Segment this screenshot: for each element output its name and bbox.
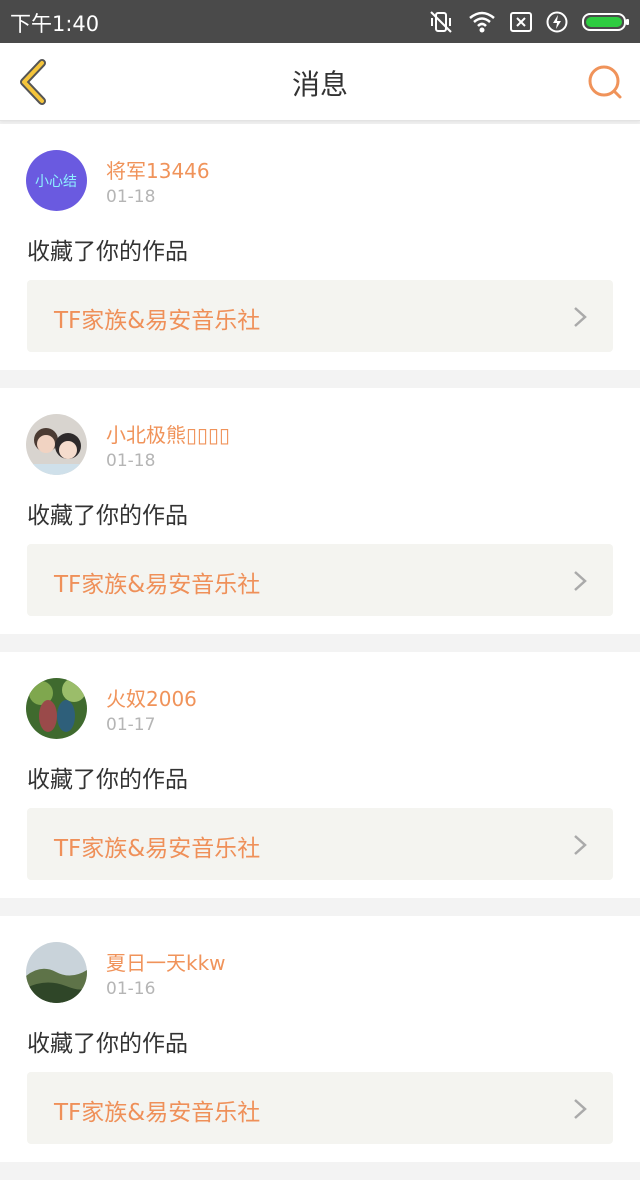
search-icon xyxy=(588,65,622,99)
message-card: 小北极熊▯▯▯▯ 01-18 收藏了你的作品 TF家族&易安音乐社 xyxy=(0,388,640,634)
message-action: 收藏了你的作品 xyxy=(27,503,188,529)
message-date: 01-18 xyxy=(106,451,156,471)
navigation-bar: 消息 xyxy=(0,43,640,121)
message-card: 小心结 将军13446 01-18 收藏了你的作品 TF家族&易安音乐社 xyxy=(0,124,640,370)
chevron-right-icon xyxy=(574,835,587,855)
username[interactable]: 小北极熊▯▯▯▯ xyxy=(106,419,230,448)
work-title: TF家族&易安音乐社 xyxy=(54,836,261,862)
avatar[interactable]: 小心结 xyxy=(26,150,87,211)
message-date: 01-17 xyxy=(106,715,156,735)
message-list: 小心结 将军13446 01-18 收藏了你的作品 TF家族&易安音乐社 小北极… xyxy=(0,124,640,1180)
charging-icon xyxy=(546,11,568,33)
avatar-image xyxy=(26,414,87,475)
work-link-button[interactable]: TF家族&易安音乐社 xyxy=(27,1072,613,1144)
message-card: 夏日一天kkw 01-16 收藏了你的作品 TF家族&易安音乐社 xyxy=(0,916,640,1162)
avatar-image: 小心结 xyxy=(26,150,87,211)
work-title: TF家族&易安音乐社 xyxy=(54,308,261,334)
username[interactable]: 火奴2006 xyxy=(106,683,197,712)
work-link-button[interactable]: TF家族&易安音乐社 xyxy=(27,544,613,616)
wifi-icon xyxy=(469,11,495,33)
message-action: 收藏了你的作品 xyxy=(27,1031,188,1057)
work-link-button[interactable]: TF家族&易安音乐社 xyxy=(27,808,613,880)
page-title: 消息 xyxy=(291,68,348,101)
avatar-image xyxy=(26,942,87,1003)
status-icons xyxy=(428,8,630,36)
avatar-image xyxy=(26,678,87,739)
chevron-right-icon xyxy=(574,571,587,591)
status-bar: 下午1:40 xyxy=(0,0,640,43)
status-time: 下午1:40 xyxy=(10,12,100,36)
work-title: TF家族&易安音乐社 xyxy=(54,1100,261,1126)
message-action: 收藏了你的作品 xyxy=(27,239,188,265)
vibrate-off-icon xyxy=(430,11,452,33)
work-link-button[interactable]: TF家族&易安音乐社 xyxy=(27,280,613,352)
chevron-right-icon xyxy=(574,1099,587,1119)
no-sim-icon xyxy=(510,12,532,32)
battery-icon xyxy=(582,13,629,31)
message-date: 01-18 xyxy=(106,187,156,207)
work-title: TF家族&易安音乐社 xyxy=(54,572,261,598)
svg-text:小心结: 小心结 xyxy=(35,174,77,190)
username[interactable]: 将军13446 xyxy=(106,155,210,184)
message-date: 01-16 xyxy=(106,979,156,999)
chevron-right-icon xyxy=(574,307,587,327)
avatar[interactable] xyxy=(26,414,87,475)
message-action: 收藏了你的作品 xyxy=(27,767,188,793)
avatar[interactable] xyxy=(26,942,87,1003)
username[interactable]: 夏日一天kkw xyxy=(106,947,226,976)
message-card: 火奴2006 01-17 收藏了你的作品 TF家族&易安音乐社 xyxy=(0,652,640,898)
search-button[interactable] xyxy=(586,63,626,103)
avatar[interactable] xyxy=(26,678,87,739)
